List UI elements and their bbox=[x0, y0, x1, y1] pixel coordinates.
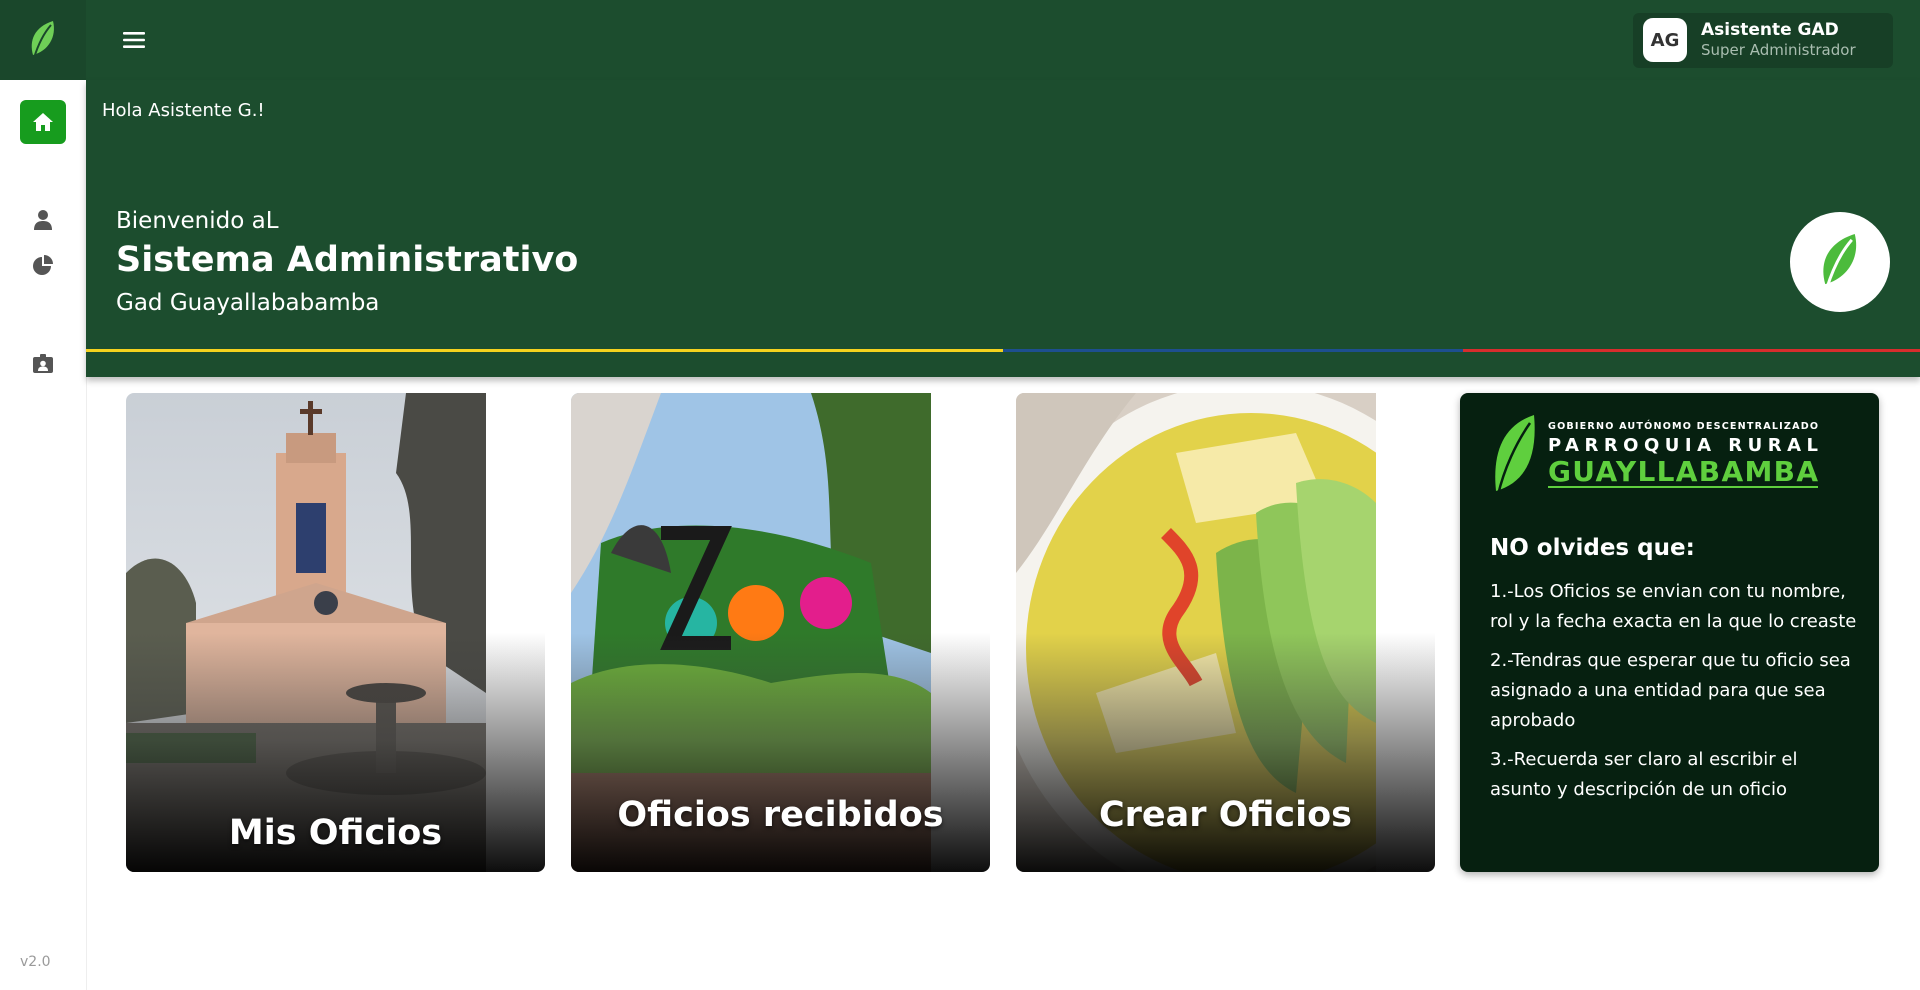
card-gradient bbox=[1016, 633, 1435, 872]
reminder-heading: NO olvides que: bbox=[1490, 535, 1695, 561]
page-title: Sistema Administrativo bbox=[116, 240, 579, 280]
card-oficios-recibidos[interactable]: Oficios recibidos bbox=[571, 393, 990, 872]
banner-logo bbox=[1790, 212, 1890, 312]
id-badge-icon bbox=[33, 354, 53, 373]
home-icon bbox=[33, 113, 53, 131]
sidebar-item-reports[interactable] bbox=[20, 243, 66, 287]
reminder-item: 1.-Los Oficios se envian con tu nombre, … bbox=[1490, 581, 1857, 632]
reminder-item: 2.-Tendras que esperar que tu oficio sea… bbox=[1490, 650, 1851, 731]
reminder-list: 1.-Los Oficios se envian con tu nombre, … bbox=[1490, 577, 1860, 814]
logo-line-3: GUAYLLABAMBA bbox=[1548, 455, 1818, 488]
card-title: Oficios recibidos bbox=[617, 795, 944, 835]
flag-stripe-red bbox=[1463, 349, 1920, 352]
sidebar-item-home[interactable] bbox=[20, 100, 66, 144]
app-logo[interactable] bbox=[0, 0, 86, 80]
app-version: v2.0 bbox=[20, 954, 51, 970]
pie-chart-icon bbox=[33, 255, 53, 275]
card-gradient bbox=[571, 633, 990, 872]
user-greeting: Hola Asistente G.! bbox=[102, 100, 265, 121]
menu-toggle-button[interactable] bbox=[118, 24, 150, 56]
flag-stripe-yellow bbox=[86, 349, 1003, 352]
card-title: Mis Oficios bbox=[228, 813, 443, 853]
leaf-logo-icon bbox=[1823, 233, 1857, 290]
sidebar-item-contacts[interactable] bbox=[20, 342, 66, 386]
leaf-logo-icon bbox=[31, 21, 54, 59]
parish-logo: GOBIERNO AUTÓNOMO DESCENTRALIZADO PARROQ… bbox=[1495, 415, 1818, 496]
card-crear-oficios[interactable]: Crear Oficios bbox=[1016, 393, 1435, 872]
welcome-text: Bienvenido aL bbox=[116, 208, 279, 234]
avatar: AG bbox=[1643, 18, 1687, 62]
page-subtitle: Gad Guayallababamba bbox=[116, 290, 380, 316]
user-menu[interactable]: AG Asistente GAD Super Administrador bbox=[1633, 13, 1893, 68]
card-mis-oficios[interactable]: Mis Oficios bbox=[126, 393, 545, 872]
top-navbar: AG Asistente GAD Super Administrador bbox=[0, 0, 1920, 80]
card-title: Crear Oficios bbox=[1098, 795, 1353, 835]
sidebar-item-users[interactable] bbox=[20, 198, 66, 242]
reminder-item: 3.-Recuerda ser claro al escribir el asu… bbox=[1490, 749, 1798, 800]
welcome-banner: Hola Asistente G.! Bienvenido aL Sistema… bbox=[86, 80, 1920, 377]
user-icon bbox=[34, 210, 52, 230]
logo-line-1: GOBIERNO AUTÓNOMO DESCENTRALIZADO bbox=[1548, 419, 1818, 432]
user-role: Super Administrador bbox=[1701, 41, 1856, 59]
logo-line-2: PARROQUIA RURAL bbox=[1548, 435, 1818, 456]
reminder-card: GOBIERNO AUTÓNOMO DESCENTRALIZADO PARROQ… bbox=[1460, 393, 1879, 872]
flag-stripe-blue bbox=[1003, 349, 1463, 352]
hamburger-icon bbox=[123, 32, 145, 48]
user-name: Asistente GAD bbox=[1701, 20, 1839, 40]
sidebar: v2.0 bbox=[0, 80, 87, 990]
